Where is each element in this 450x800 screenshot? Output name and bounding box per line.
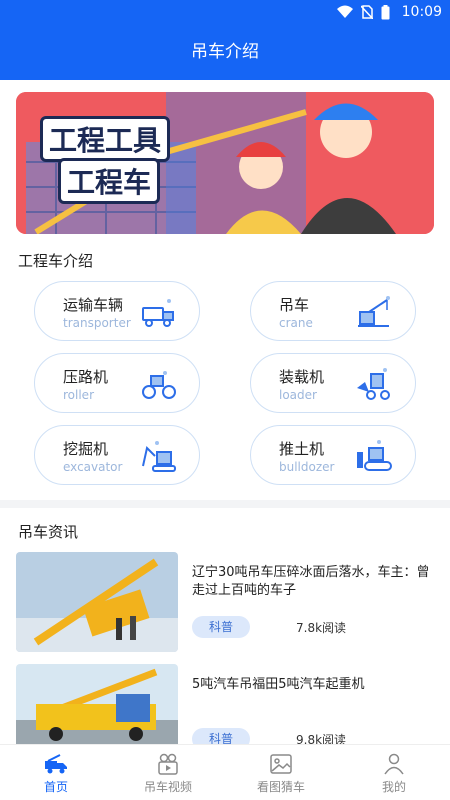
- roller-icon: [142, 371, 176, 399]
- category-name: 压路机: [63, 368, 109, 386]
- bulldozer-icon: [357, 440, 392, 471]
- news-item[interactable]: 辽宁30吨吊车压碎冰面后落水，车主：曾走过上百吨的车子 科普 7.8k阅读: [16, 552, 434, 652]
- category-transporter[interactable]: 运输车辆 transporter: [34, 281, 200, 341]
- intro-section-title: 工程车介绍: [18, 252, 94, 270]
- news-title: 5吨汽车吊福田5吨汽车起重机: [192, 677, 365, 692]
- status-time: 10:09: [401, 4, 442, 20]
- news-tag: 科普: [192, 616, 250, 638]
- news-thumbnail: [16, 552, 178, 652]
- bottom-tab-bar: 首页 吊车视频 看图猜车 我的: [0, 744, 450, 800]
- news-section-title: 吊车资讯: [18, 523, 79, 541]
- category-bulldozer[interactable]: 推土机 bulldozer: [250, 425, 416, 485]
- no-sim-icon: [361, 5, 373, 19]
- tab-home[interactable]: 首页: [0, 745, 112, 800]
- category-name: 挖掘机: [63, 440, 109, 458]
- status-bar: 10:09: [0, 0, 450, 26]
- battery-icon: [381, 5, 390, 20]
- category-en-name: excavator: [63, 460, 123, 474]
- category-en-name: bulldozer: [279, 460, 335, 474]
- tab-mine[interactable]: 我的: [338, 745, 450, 800]
- banner-text-line2: 工程车: [58, 158, 161, 204]
- loader-icon: [357, 368, 390, 400]
- category-name: 运输车辆: [63, 296, 124, 314]
- category-name: 装载机: [279, 368, 325, 386]
- page-title: 吊车介绍: [191, 42, 259, 62]
- wifi-icon: [337, 5, 353, 18]
- banner-image[interactable]: 工程工具 工程车: [16, 92, 434, 234]
- category-name: 吊车: [279, 296, 310, 314]
- tab-label: 首页: [43, 780, 68, 794]
- excavator-icon: [142, 441, 176, 472]
- category-en-name: transporter: [63, 316, 131, 330]
- category-en-name: roller: [63, 388, 94, 402]
- category-en-name: crane: [279, 316, 313, 330]
- category-loader[interactable]: 装载机 loader: [250, 353, 416, 413]
- status-icons: [337, 5, 390, 20]
- category-crane[interactable]: 吊车 crane: [250, 281, 416, 341]
- app-bar: 吊车介绍: [0, 26, 450, 80]
- tab-guess-car[interactable]: 看图猜车: [225, 745, 337, 800]
- news-read-count: 7.8k阅读: [296, 621, 347, 635]
- truck-icon: [45, 754, 67, 774]
- image-icon: [270, 754, 292, 774]
- transporter-icon: [142, 299, 174, 327]
- banner-text-line1: 工程工具: [40, 116, 171, 162]
- user-icon: [384, 753, 404, 775]
- category-roller[interactable]: 压路机 roller: [34, 353, 200, 413]
- category-name: 推土机: [279, 440, 325, 458]
- video-icon: [158, 753, 178, 775]
- section-divider: [0, 500, 450, 508]
- tab-crane-videos[interactable]: 吊车视频: [112, 745, 224, 800]
- tab-label: 看图猜车: [256, 780, 305, 794]
- crane-icon: [358, 296, 390, 327]
- news-title: 辽宁30吨吊车压碎冰面后落水，车主：曾走过上百吨的车子: [192, 565, 430, 598]
- category-en-name: loader: [279, 388, 317, 402]
- tab-label: 我的: [381, 780, 406, 794]
- category-excavator[interactable]: 挖掘机 excavator: [34, 425, 200, 485]
- tab-label: 吊车视频: [143, 780, 192, 794]
